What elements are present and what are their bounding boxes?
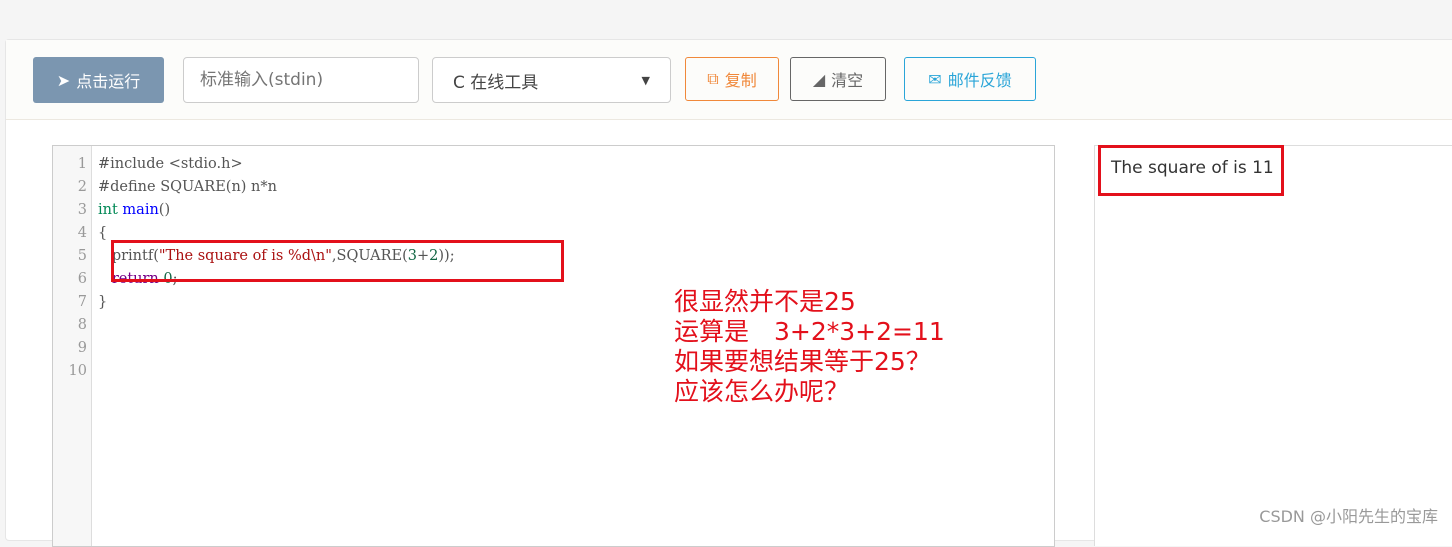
highlight-box-code xyxy=(111,240,564,282)
code-line: #include <stdio.h> xyxy=(98,156,243,172)
code-lines: #include <stdio.h> #define SQUARE(n) n*n… xyxy=(98,153,455,314)
line-number: 10 xyxy=(68,363,87,379)
code-line: int main() xyxy=(98,202,171,218)
line-number: 7 xyxy=(77,294,87,310)
line-number: 1 xyxy=(77,156,87,172)
output-panel: The square of is 11 xyxy=(1094,145,1452,546)
line-number: 6 xyxy=(77,271,87,287)
line-number: 5 xyxy=(77,248,87,264)
feedback-button[interactable]: ✉ 邮件反馈 xyxy=(904,57,1036,101)
code-line: #define SQUARE(n) n*n xyxy=(98,179,277,195)
caret-down-icon: ▼ xyxy=(641,73,650,87)
highlight-box-output xyxy=(1098,145,1284,196)
paper-plane-icon: ➤ xyxy=(56,70,71,90)
line-number: 3 xyxy=(77,202,87,218)
line-gutter: 1 2 3 4 5 6 7 8 9 10 xyxy=(53,146,92,546)
line-number: 8 xyxy=(77,317,87,333)
copy-icon: ⧉ xyxy=(707,69,719,88)
copy-button[interactable]: ⧉ 复制 xyxy=(685,57,779,101)
language-select[interactable]: C 在线工具 ▼ xyxy=(432,57,671,103)
line-number: 4 xyxy=(77,225,87,241)
watermark: CSDN @小阳先生的宝库 xyxy=(1259,507,1438,526)
toolbar: ➤点击运行 C 在线工具▼ ⧉复制 ◢清空 ✉邮件反馈 xyxy=(6,40,1452,120)
code-line: } xyxy=(98,294,108,310)
line-number: 2 xyxy=(77,179,87,195)
clear-button[interactable]: ◢ 清空 xyxy=(790,57,886,101)
line-number: 9 xyxy=(77,340,87,356)
stdin-input[interactable] xyxy=(183,57,419,103)
run-button[interactable]: ➤ 点击运行 xyxy=(33,57,164,103)
eraser-icon: ◢ xyxy=(812,69,826,89)
envelope-icon: ✉ xyxy=(928,69,942,89)
annotation-note: 很显然并不是25 运算是 3+2*3+2=11 如果要想结果等于25？ 应该怎么… xyxy=(674,287,945,406)
